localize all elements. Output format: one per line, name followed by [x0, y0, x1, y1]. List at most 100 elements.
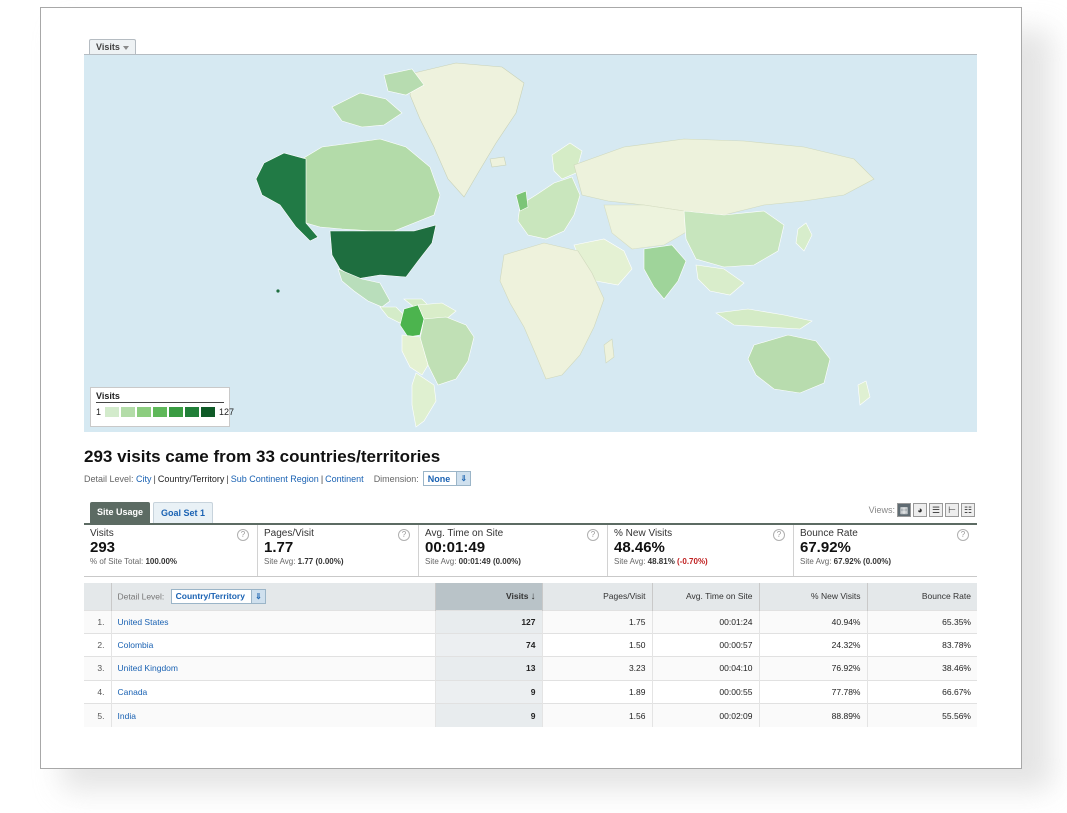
scorecard-sub-delta: (0.00%) [315, 557, 344, 566]
map-region-united-states[interactable] [329, 224, 437, 280]
table-detail-select[interactable]: Country/Territory ⇓ [170, 588, 266, 604]
header-bounce-rate[interactable]: Bounce Rate [866, 583, 977, 610]
tab-site-usage[interactable]: Site Usage [90, 502, 151, 523]
scorecard-label: Pages/Visit [264, 528, 314, 539]
scorecard-sub-delta: (0.00%) [863, 557, 892, 566]
map-region-central-asia[interactable] [603, 204, 689, 250]
table-detail-label: Detail Level: [117, 591, 165, 602]
scorecard-sub-delta: (0.00%) [492, 557, 521, 566]
map-region-japan[interactable] [795, 222, 813, 252]
map-region-canada[interactable] [301, 138, 441, 232]
map-region-argentina[interactable] [411, 372, 437, 428]
scorecard-sub: % of Site Total: 100.00% [90, 557, 251, 566]
cell-pages-visit: 1.89 [541, 679, 652, 704]
cell-bounce-rate: 55.56% [866, 703, 977, 727]
world-map[interactable] [84, 54, 977, 432]
map-region-brazil[interactable] [419, 316, 475, 386]
map-region-russia[interactable] [573, 138, 875, 216]
scorecard-visits: Visits 293 % of Site Total: 100.00% ? [84, 525, 258, 576]
country-link[interactable]: United States [110, 609, 435, 634]
header-new-visits[interactable]: % New Visits [758, 583, 867, 610]
cell-new-visits: 77.78% [758, 679, 867, 704]
cell-new-visits: 24.32% [758, 632, 867, 657]
map-region-hawaii[interactable] [276, 289, 280, 293]
scorecard-bounce-rate: Bounce Rate 67.92% Site Avg: 67.92% (0.0… [794, 525, 977, 576]
detail-level-city-link[interactable]: City [136, 474, 152, 484]
cell-bounce-rate: 83.78% [866, 632, 977, 657]
scorecard-sub: Site Avg: 1.77 (0.00%) [264, 557, 412, 566]
table-view-icon[interactable]: ▦ [897, 503, 911, 517]
map-region-europe[interactable] [517, 176, 581, 240]
help-icon[interactable]: ? [237, 529, 249, 541]
header-visits[interactable]: Visits ↓ [434, 583, 542, 610]
map-region-united-kingdom[interactable] [515, 190, 529, 212]
pie-view-icon[interactable]: ◕ [913, 503, 927, 517]
report-tabs: Site Usage Goal Set 1 [90, 502, 216, 523]
country-link[interactable]: Colombia [110, 632, 435, 657]
help-icon[interactable]: ? [398, 529, 410, 541]
country-link[interactable]: United Kingdom [110, 656, 435, 681]
scorecard-sub-label: Site Avg: [614, 557, 646, 566]
legend-swatch [168, 406, 185, 418]
scorecard-value: 00:01:49 [425, 539, 486, 556]
country-link[interactable]: Canada [110, 679, 435, 704]
cell-bounce-rate: 38.46% [866, 656, 977, 681]
scorecard-sub-label: Site Avg: [800, 557, 832, 566]
cell-avg-time: 00:04:10 [651, 656, 759, 681]
scorecard-sub-label: Site Avg: [264, 557, 296, 566]
help-icon[interactable]: ? [773, 529, 785, 541]
cell-visits: 9 [434, 703, 542, 727]
map-metric-tab[interactable]: Visits [89, 39, 136, 55]
header-pages-visit[interactable]: Pages/Visit [541, 583, 652, 610]
table-detail-value: Country/Territory [175, 591, 245, 602]
tab-goal-set-1[interactable]: Goal Set 1 [153, 502, 214, 523]
help-icon[interactable]: ? [957, 529, 969, 541]
detail-level-bar: Detail Level: City | Country/Territory |… [84, 471, 472, 486]
bar-view-icon[interactable]: ☰ [929, 503, 943, 517]
row-index: 1. [84, 609, 111, 634]
scorecard-value: 48.46% [614, 539, 665, 556]
header-avg-time[interactable]: Avg. Time on Site [651, 583, 759, 610]
comparison-view-icon[interactable]: ⊢ [945, 503, 959, 517]
map-region-madagascar[interactable] [603, 338, 615, 364]
map-region-indonesia[interactable] [715, 308, 813, 330]
map-legend: Visits 1 127 [90, 387, 234, 427]
views-toolbar: Views: ▦ ◕ ☰ ⊢ ☷ [869, 503, 975, 517]
map-region-arctic-islands[interactable] [331, 92, 403, 128]
map-region-australia[interactable] [747, 334, 831, 394]
row-index: 2. [84, 632, 111, 657]
legend-swatch [200, 406, 217, 418]
map-metric-label: Visits [96, 42, 120, 52]
scorecard-sub-value: 67.92% [833, 557, 861, 566]
dimension-label: Dimension: [373, 473, 419, 484]
map-region-india[interactable] [643, 244, 687, 300]
map-region-china[interactable] [683, 210, 785, 268]
scorecard-sub: Site Avg: 67.92% (0.00%) [800, 557, 971, 566]
detail-level-subcontinent-link[interactable]: Sub Continent Region [231, 474, 319, 484]
dimension-select[interactable]: None ⇓ [422, 471, 472, 486]
legend-swatch [120, 406, 137, 418]
sort-down-icon: ↓ [530, 590, 536, 602]
country-link[interactable]: India [110, 703, 435, 727]
help-icon[interactable]: ? [587, 529, 599, 541]
header-index [84, 583, 111, 610]
detail-level-continent-link[interactable]: Continent [325, 474, 364, 484]
row-index: 3. [84, 656, 111, 681]
scorecard-sub-label: % of Site Total: [90, 557, 144, 566]
row-index: 4. [84, 679, 111, 704]
map-region-new-zealand[interactable] [857, 380, 871, 406]
scorecard-value: 1.77 [264, 539, 294, 556]
map-region-iceland[interactable] [489, 156, 507, 168]
data-table: Detail Level: Country/Territory ⇓ Visits… [84, 583, 977, 727]
cell-avg-time: 00:02:09 [651, 703, 759, 727]
pivot-view-icon[interactable]: ☷ [961, 503, 975, 517]
cell-avg-time: 00:00:57 [651, 632, 759, 657]
chevron-down-icon: ⇓ [250, 589, 265, 603]
scorecard-pages-visit: Pages/Visit 1.77 Site Avg: 1.77 (0.00%) … [258, 525, 419, 576]
legend-swatch [152, 406, 169, 418]
scorecard-sub: Site Avg: 48.81% (-0.70%) [614, 557, 787, 566]
caret-down-icon [122, 45, 129, 50]
scorecard-sub-label: Site Avg: [425, 557, 457, 566]
map-region-southeast-asia[interactable] [695, 264, 745, 296]
table-row: 5. India 9 1.56 00:02:09 88.89% 55.56% [84, 703, 977, 727]
